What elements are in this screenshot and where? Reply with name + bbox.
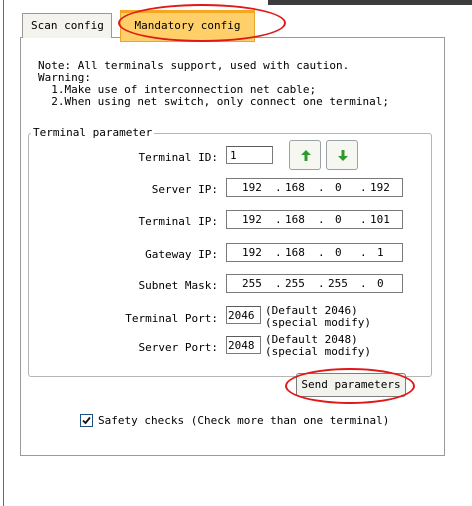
id-down-button[interactable]	[326, 140, 358, 170]
arrow-down-icon	[338, 150, 348, 161]
terminal-port-label: Terminal Port:	[125, 312, 218, 325]
ip-octet: 1	[377, 246, 384, 259]
ip-dot: .	[360, 246, 367, 259]
ip-dot: .	[275, 213, 282, 226]
terminal-port-note: (Default 2046) (special modify)	[265, 305, 371, 329]
warning-note: Note: All terminals support, used with c…	[38, 60, 389, 108]
safety-checkbox[interactable]	[80, 414, 93, 427]
id-up-button[interactable]	[289, 140, 321, 170]
ip-octet: 255	[328, 277, 348, 290]
port-note-line: (special modify)	[265, 316, 371, 329]
window-left-border	[3, 0, 4, 506]
ip-octet: 168	[285, 213, 305, 226]
ip-dot: .	[360, 213, 367, 226]
ip-octet: 0	[335, 213, 342, 226]
ip-octet: 0	[335, 181, 342, 194]
server-ip-input[interactable]: 192 . 168 . 0 . 192	[226, 178, 403, 197]
arrow-up-icon	[301, 150, 311, 161]
subnet-mask-input[interactable]: 255 . 255 . 255 . 0	[226, 274, 403, 293]
ip-octet: 0	[377, 277, 384, 290]
ip-octet: 192	[242, 246, 262, 259]
terminal-ip-label: Terminal IP:	[138, 215, 218, 228]
server-port-note: (Default 2048) (special modify)	[265, 334, 371, 358]
server-port-label: Server Port:	[138, 341, 218, 354]
note-line: 2.When using net switch, only connect on…	[38, 95, 389, 108]
subnet-mask-label: Subnet Mask:	[138, 279, 218, 292]
ip-octet: 168	[285, 246, 305, 259]
ip-dot: .	[318, 277, 325, 290]
highlight-ellipse	[118, 4, 286, 42]
group-title: Terminal parameter	[31, 126, 155, 139]
terminal-port-input[interactable]: 2046	[226, 306, 261, 324]
ip-octet: 101	[370, 213, 390, 226]
ip-dot: .	[275, 246, 282, 259]
ip-dot: .	[360, 277, 367, 290]
ip-dot: .	[318, 181, 325, 194]
port-note-line: (special modify)	[265, 345, 371, 358]
ip-dot: .	[318, 213, 325, 226]
server-ip-label: Server IP:	[151, 183, 218, 196]
server-port-input[interactable]: 2048	[226, 336, 261, 354]
ip-dot: .	[318, 246, 325, 259]
terminal-ip-input[interactable]: 192 . 168 . 0 . 101	[226, 210, 403, 229]
terminal-id-label: Terminal ID:	[138, 151, 218, 164]
ip-octet: 192	[242, 213, 262, 226]
safety-checkbox-label[interactable]: Safety checks (Check more than one termi…	[98, 414, 389, 427]
ip-octet: 168	[285, 181, 305, 194]
ip-octet: 255	[242, 277, 262, 290]
title-bar-fragment	[268, 0, 472, 5]
terminal-id-input[interactable]: 1	[226, 146, 273, 164]
checkmark-icon	[82, 416, 91, 425]
ip-octet: 0	[335, 246, 342, 259]
ip-dot: .	[360, 181, 367, 194]
ip-octet: 255	[285, 277, 305, 290]
ip-octet: 192	[242, 181, 262, 194]
gateway-ip-input[interactable]: 192 . 168 . 0 . 1	[226, 243, 403, 262]
ip-dot: .	[275, 181, 282, 194]
ip-octet: 192	[370, 181, 390, 194]
highlight-ellipse	[285, 368, 415, 404]
tab-scan-config[interactable]: Scan config	[22, 13, 112, 38]
tab-label: Scan config	[31, 19, 104, 32]
gateway-ip-label: Gateway IP:	[145, 248, 218, 261]
ip-dot: .	[275, 277, 282, 290]
